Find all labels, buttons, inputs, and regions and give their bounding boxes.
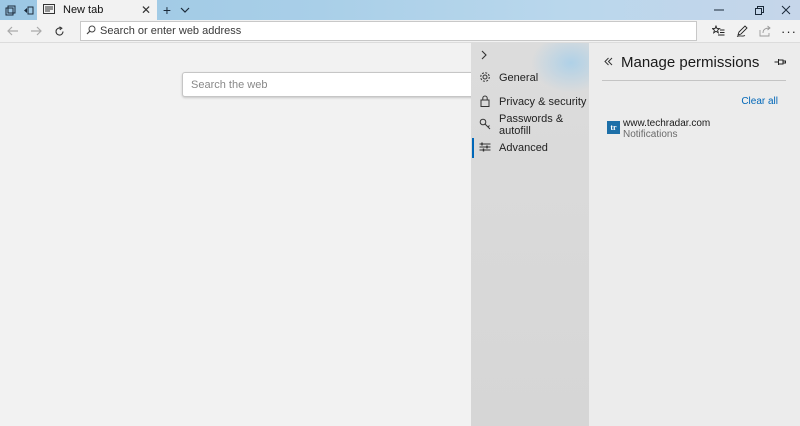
settings-item-general[interactable]: General: [471, 67, 589, 89]
tab-list-icon[interactable]: [2, 0, 18, 20]
close-icon[interactable]: ✕: [141, 3, 151, 17]
settings-item-label: Advanced: [499, 142, 548, 154]
site-logo: tr: [607, 121, 620, 134]
key-icon: [479, 118, 491, 133]
restore-icon[interactable]: [745, 0, 773, 20]
settings-item-privacy-security[interactable]: Privacy & security: [471, 91, 589, 113]
site-permission-type: Notifications: [623, 129, 678, 140]
tab-new-tab[interactable]: New tab ✕: [37, 0, 157, 20]
set-tabs-aside-icon[interactable]: [20, 0, 36, 20]
pin-icon[interactable]: [773, 55, 787, 69]
tab-label: New tab: [63, 4, 104, 16]
site-domain: www.techradar.com: [623, 118, 711, 129]
panel-title: Manage permissions: [621, 54, 760, 71]
lock-icon: [479, 95, 491, 110]
chevron-right-icon[interactable]: [477, 48, 491, 62]
settings-item-label: Privacy & security: [499, 96, 587, 108]
new-tab-page-icon: [43, 3, 55, 17]
web-search-input[interactable]: Search the web: [182, 72, 482, 97]
back-arrow-icon[interactable]: [3, 22, 23, 40]
window-close-icon[interactable]: [772, 0, 800, 20]
site-permission-item[interactable]: tr www.techradar.com Notifications: [607, 118, 787, 142]
forward-arrow-icon[interactable]: [26, 22, 46, 40]
settings-item-label: Passwords & autofill: [499, 113, 564, 137]
search-icon: [86, 24, 96, 38]
share-icon[interactable]: [754, 22, 776, 40]
clear-all-link[interactable]: Clear all: [741, 96, 778, 107]
navigation-bar: Search or enter web address ···: [0, 20, 800, 42]
chevron-down-icon[interactable]: [178, 0, 192, 20]
address-placeholder: Search or enter web address: [100, 25, 242, 37]
manage-permissions-panel: Manage permissions Clear all tr www.tech…: [589, 43, 800, 426]
settings-item-advanced[interactable]: Advanced: [471, 137, 589, 159]
settings-item-passwords-autofill[interactable]: Passwords & autofill: [471, 113, 589, 137]
sliders-icon: [479, 141, 491, 156]
add-tab-icon[interactable]: +: [160, 0, 174, 20]
refresh-icon[interactable]: [49, 22, 69, 40]
gear-icon: [479, 71, 491, 86]
title-bar: New tab ✕ +: [0, 0, 800, 20]
search-placeholder: Search the web: [191, 78, 268, 91]
address-bar[interactable]: Search or enter web address: [80, 21, 697, 41]
title-divider: [602, 80, 786, 81]
settings-item-label: General: [499, 72, 539, 84]
minimize-icon[interactable]: [705, 0, 733, 20]
pen-icon[interactable]: [731, 22, 753, 40]
more-options-icon[interactable]: ···: [778, 22, 800, 40]
settings-panel: General Privacy & security Passwords & a…: [471, 43, 589, 426]
double-chevron-left-icon[interactable]: [602, 54, 614, 68]
favorites-icon[interactable]: [707, 22, 729, 40]
